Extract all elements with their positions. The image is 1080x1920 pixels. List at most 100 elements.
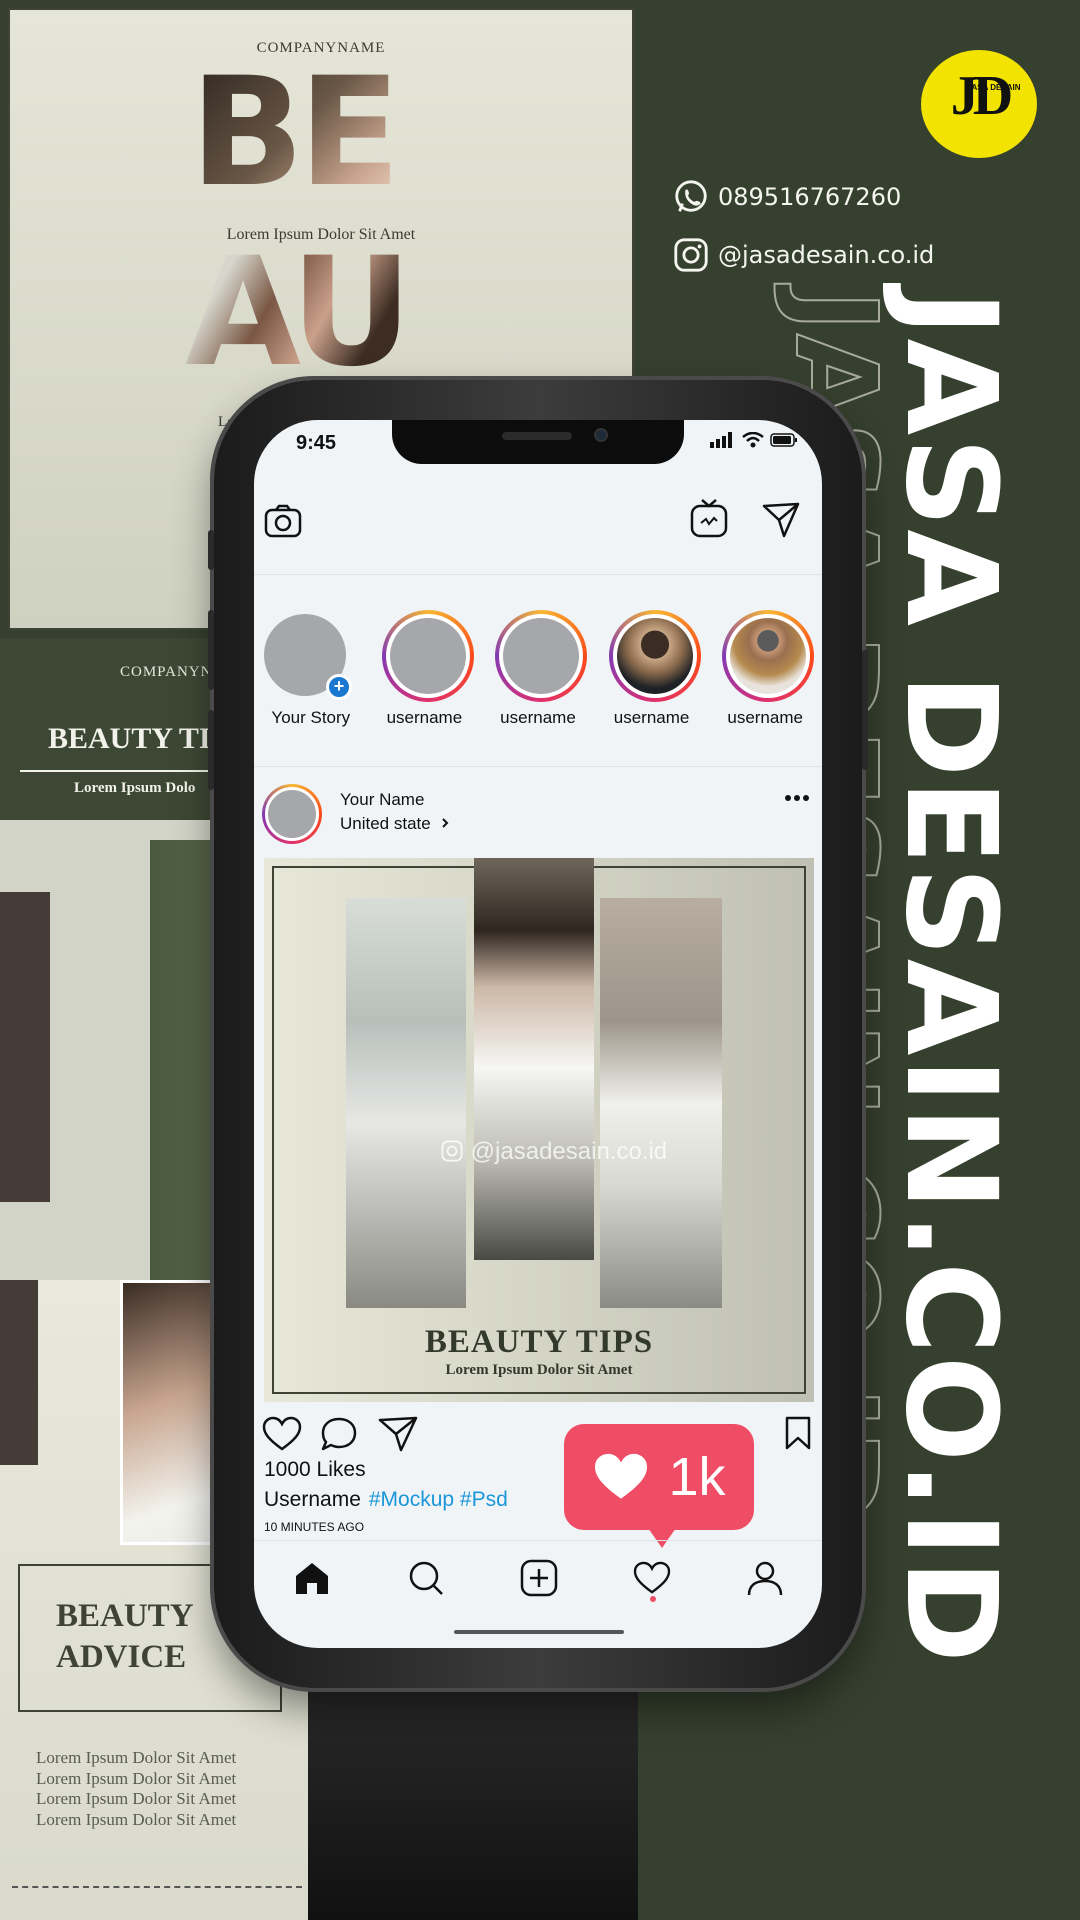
vertical-brand-text: JASA DESAIN.CO.ID (878, 290, 1023, 1666)
poster-word-be: BE (190, 46, 401, 220)
likes-count[interactable]: 1000 Likes (264, 1458, 366, 1482)
phone-notch (392, 420, 684, 464)
phone-side-button (208, 710, 214, 790)
signal-icon (710, 432, 732, 448)
story-label: Your Story (271, 708, 351, 727)
stories-row: + Your Story username username username … (254, 610, 822, 728)
story-ring (608, 610, 701, 702)
post-location[interactable]: United state (340, 814, 451, 834)
activity-indicator-dot (650, 1596, 656, 1602)
poster-color-block (0, 892, 50, 1202)
poster-company-name: COMPANYN (120, 664, 213, 680)
phone-side-button (208, 530, 214, 570)
notch-camera (594, 428, 608, 442)
profile-icon[interactable] (746, 1559, 784, 1597)
poster-photo (308, 1680, 638, 1920)
vertical-brand-text-solid: JASA DESAIN.CO.ID (860, 290, 1040, 1790)
post-image-title: BEAUTY TIPS (424, 1324, 654, 1360)
direct-message-icon[interactable] (762, 502, 800, 538)
poster-line: Lorem Ipsum Dolor Sit Amet (36, 1768, 237, 1788)
photo-strip (474, 858, 594, 1260)
story-item[interactable]: username (368, 610, 482, 728)
phone-mockup: 9:45 + Your Story username username user… (208, 380, 868, 1688)
post-watermark: @jasadesain.co.id (440, 1138, 667, 1166)
post-image[interactable]: @jasadesain.co.id BEAUTY TIPS Lorem Ipsu… (264, 858, 814, 1402)
poster-line: Lorem Ipsum Dolor Sit Amet (36, 1809, 237, 1829)
battery-icon (770, 433, 797, 447)
add-post-icon[interactable] (520, 1559, 558, 1597)
poster-line: Lorem Ipsum Dolor Sit Amet (36, 1748, 237, 1767)
poster-title: BEAUTY TI (48, 722, 211, 755)
story-ring (495, 610, 588, 702)
caption-username[interactable]: Username (264, 1488, 361, 1511)
post-header: Your Name United state (254, 780, 822, 850)
photo-strip (346, 898, 466, 1308)
share-icon[interactable] (378, 1416, 418, 1452)
post-caption: Username #Mockup #Psd (264, 1488, 508, 1512)
story-item[interactable]: username (595, 610, 709, 728)
logo-text: JASA DESAIN (967, 83, 1021, 92)
post-avatar-ring[interactable] (262, 784, 322, 844)
story-item[interactable]: username (708, 610, 822, 728)
instagram-top-bar (254, 490, 822, 558)
story-ring (381, 610, 474, 702)
divider (254, 574, 822, 575)
camera-icon[interactable] (264, 504, 302, 538)
notch-speaker (502, 432, 572, 440)
instagram-icon (441, 1140, 463, 1162)
post-author-name[interactable]: Your Name (340, 790, 424, 810)
post-watermark-text: @jasadesain.co.id (470, 1138, 668, 1165)
post-image-subtitle: Lorem Ipsum Dolor Sit Amet (445, 1362, 633, 1378)
whatsapp-icon (675, 180, 707, 212)
poster-body-lines: Lorem Ipsum Dolor Sit Amet Lorem Ipsum D… (36, 1748, 236, 1830)
story-label: username (727, 708, 803, 727)
more-options-icon[interactable] (784, 794, 810, 802)
chevron-right-icon (442, 818, 449, 828)
divider (254, 766, 822, 767)
status-time: 9:45 (296, 432, 337, 454)
home-icon[interactable] (292, 1560, 332, 1596)
photo-strip (600, 898, 722, 1308)
bottom-tab-bar (254, 1540, 822, 1614)
search-icon[interactable] (407, 1559, 445, 1597)
story-item[interactable]: username (481, 610, 595, 728)
caption-hashtags[interactable]: #Mockup #Psd (369, 1488, 508, 1511)
poster-word-au: AU (185, 226, 412, 400)
instagram-icon (674, 238, 708, 272)
contact-instagram: @jasadesain.co.id (672, 236, 934, 274)
story-label: username (386, 708, 463, 727)
instagram-screen: 9:45 + Your Story username username user… (254, 420, 822, 1648)
brand-logo: JD JASA DESAIN (921, 50, 1037, 158)
heart-filled-icon (595, 1453, 648, 1499)
avatar (265, 787, 319, 841)
bookmark-icon[interactable] (784, 1416, 812, 1450)
avatar (616, 618, 693, 694)
story-ring (722, 610, 815, 702)
avatar (730, 618, 807, 694)
add-story-icon[interactable]: + (326, 674, 352, 700)
poster-subtitle: Lorem Ipsum Dolo (74, 780, 196, 796)
like-notification-count: 1k (668, 1447, 726, 1507)
post-time-ago: 10 MINUTES AGO (264, 1520, 365, 1534)
heart-icon[interactable] (262, 1416, 302, 1452)
contact-phone-number: 089516767260 (718, 183, 902, 211)
avatar (503, 618, 580, 694)
wifi-icon (742, 432, 764, 448)
status-icons (710, 432, 798, 448)
activity-heart-icon[interactable] (633, 1561, 671, 1595)
story-label: username (613, 708, 690, 727)
post-location-text: United state (340, 814, 431, 833)
logo-mark: JD (950, 65, 1013, 127)
phone-side-button (208, 610, 214, 690)
home-indicator[interactable] (454, 1630, 624, 1634)
comment-icon[interactable] (320, 1416, 358, 1452)
contact-instagram-handle: @jasadesain.co.id (718, 241, 935, 269)
contact-phone: 089516767260 (672, 178, 901, 216)
poster-line: Lorem Ipsum Dolor Sit Amet (36, 1789, 237, 1808)
story-label: username (500, 708, 576, 727)
poster-color-block (0, 1280, 38, 1465)
igtv-icon[interactable] (690, 498, 728, 538)
avatar (389, 618, 466, 694)
phone-side-button (862, 650, 868, 770)
story-item-own[interactable]: + Your Story (254, 610, 368, 728)
